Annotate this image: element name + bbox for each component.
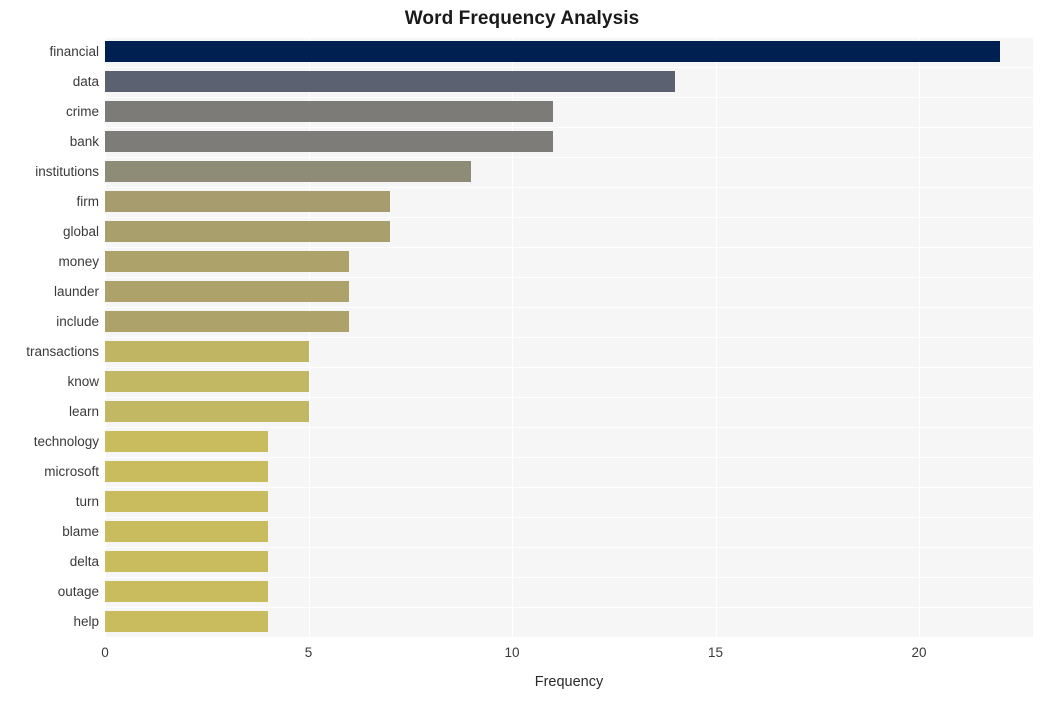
y-tick-label-turn: turn [75,494,99,509]
bar-crime[interactable] [105,101,553,123]
x-axis-title: Frequency [534,674,604,690]
y-tick-label-bank: bank [69,134,99,149]
bar-blame[interactable] [105,521,268,543]
y-tick-label-global: global [62,224,99,239]
y-tick-label-help: help [73,614,99,629]
bar-financial[interactable] [105,41,1001,63]
bar-help[interactable] [105,611,268,633]
bar-row [105,188,1033,217]
chart-title: Word Frequency Analysis [404,8,640,29]
y-tick-label-delta: delta [69,554,99,569]
bar-money[interactable] [105,251,350,273]
bar-transactions[interactable] [105,341,309,363]
bar-row [105,488,1033,517]
y-tick-label-learn: learn [68,404,99,419]
bar-row [105,608,1033,637]
bar-learn[interactable] [105,401,309,423]
bar-technology[interactable] [105,431,268,453]
bar-know[interactable] [105,371,309,393]
bar-launder[interactable] [105,281,350,303]
y-tick-label-transactions: transactions [26,344,99,359]
x-tick-label-5: 5 [304,645,313,660]
bar-row [105,278,1033,307]
bar-institutions[interactable] [105,161,472,183]
bar-row [105,338,1033,367]
y-tick-label-crime: crime [66,104,99,119]
y-tick-label-launder: launder [53,284,99,299]
bar-row [105,248,1033,277]
x-axis: Frequency 0 5 10 15 20 [0,637,1044,701]
y-tick-label-microsoft: microsoft [44,464,99,479]
bar-row [105,218,1033,247]
bar-row [105,128,1033,157]
bar-row [105,368,1033,397]
y-tick-label-blame: blame [62,524,99,539]
y-tick-label-financial: financial [49,44,99,59]
chart-figure: Word Frequency Analysis financial data cri… [0,0,1044,701]
y-tick-label-institutions: institutions [35,164,99,179]
y-tick-label-outage: outage [57,584,99,599]
x-tick-label-20: 20 [911,645,927,660]
y-tick-label-firm: firm [76,194,100,209]
y-tick-label-data: data [72,74,99,89]
bar-row [105,98,1033,127]
bar-data[interactable] [105,71,675,93]
x-tick-label-10: 10 [504,645,520,660]
bar-firm[interactable] [105,191,390,213]
bar-row [105,308,1033,337]
bar-row [105,548,1033,577]
plot-area [105,37,1033,638]
bar-delta[interactable] [105,551,268,573]
bar-include[interactable] [105,311,350,333]
x-tick-label-15: 15 [708,645,724,660]
y-tick-label-know: know [67,374,99,389]
bar-row [105,158,1033,187]
bars-layer [105,37,1033,637]
bar-microsoft[interactable] [105,461,268,483]
bar-row [105,428,1033,457]
y-tick-label-include: include [56,314,99,329]
bar-bank[interactable] [105,131,553,153]
bar-row [105,578,1033,607]
bar-turn[interactable] [105,491,268,513]
bar-row [105,38,1033,67]
y-tick-label-technology: technology [33,434,99,449]
bar-row [105,458,1033,487]
bar-row [105,68,1033,97]
bar-row [105,518,1033,547]
bar-global[interactable] [105,221,390,243]
y-axis-tick-labels: financial data crime bank institutions firm gl… [0,37,99,637]
x-tick-label-0: 0 [101,645,109,660]
y-tick-label-money: money [58,254,99,269]
bar-outage[interactable] [105,581,268,603]
bar-row [105,398,1033,427]
